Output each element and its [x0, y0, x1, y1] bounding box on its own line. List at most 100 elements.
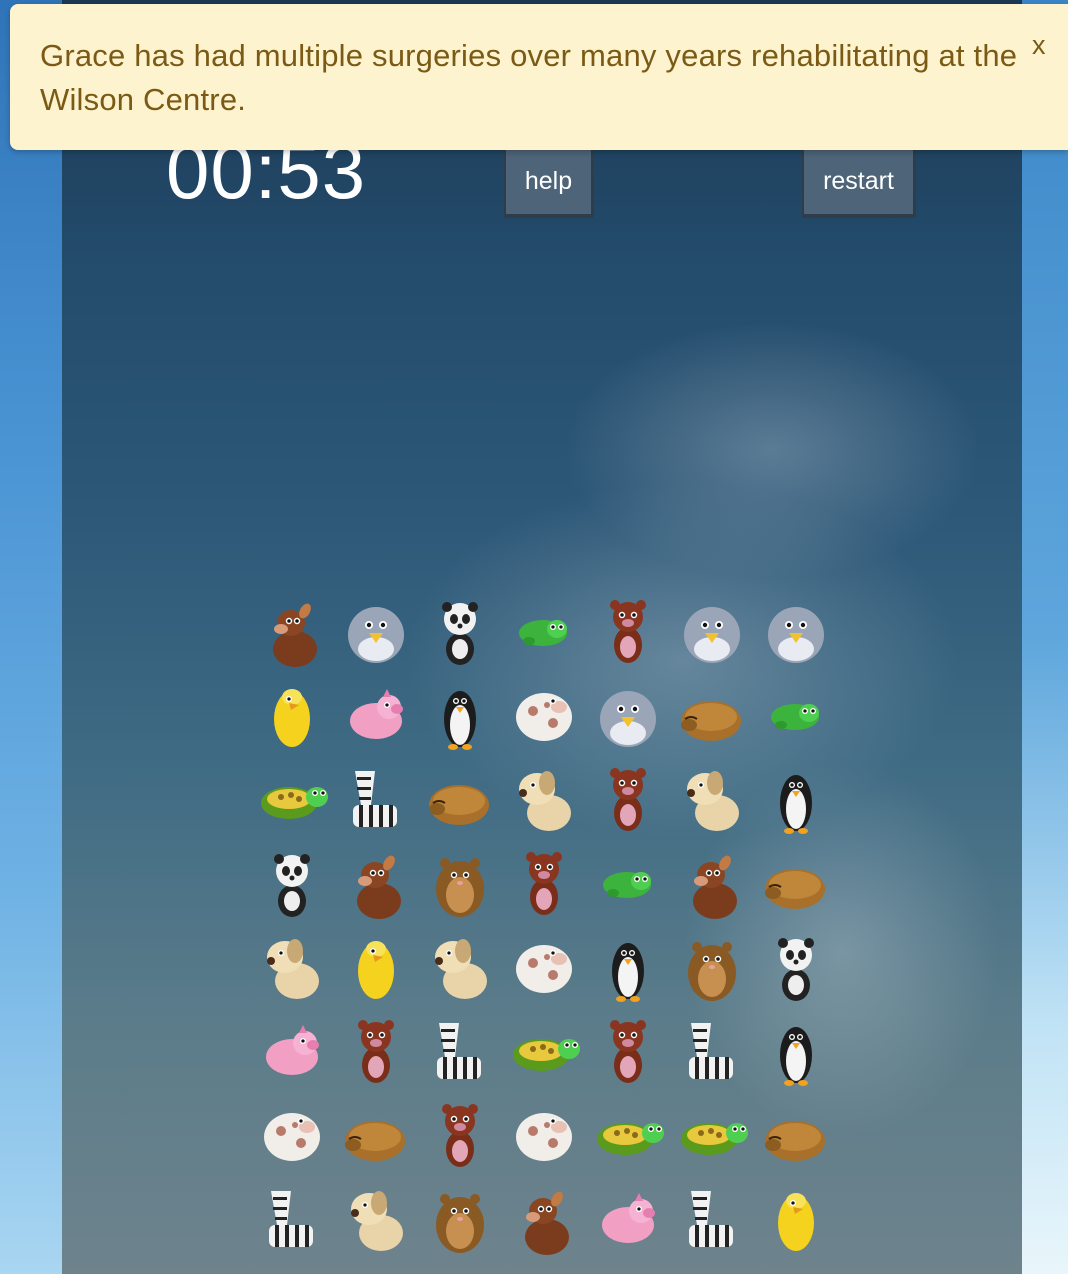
game-tile[interactable] [586, 756, 670, 840]
game-tile[interactable] [418, 840, 502, 924]
game-tile[interactable] [250, 588, 334, 672]
bear-icon [610, 1020, 646, 1083]
game-tile[interactable] [670, 756, 754, 840]
dog-brown-icon [273, 603, 317, 667]
game-tile[interactable] [754, 588, 838, 672]
dog-brown-icon [693, 855, 737, 919]
game-tile[interactable] [754, 756, 838, 840]
game-tile[interactable] [334, 588, 418, 672]
game-tile[interactable] [754, 1092, 838, 1176]
game-tile[interactable] [586, 672, 670, 756]
close-button[interactable]: x [1032, 32, 1046, 59]
game-tile[interactable] [670, 840, 754, 924]
puppy-icon [435, 939, 487, 999]
turtle-green-small-icon [771, 704, 819, 730]
game-tile[interactable] [502, 1008, 586, 1092]
help-button[interactable]: help [504, 148, 594, 218]
game-tile[interactable] [418, 924, 502, 1008]
penguin-icon [444, 691, 476, 750]
game-tile[interactable] [334, 1008, 418, 1092]
game-tile[interactable] [250, 924, 334, 1008]
game-tile[interactable] [502, 1092, 586, 1176]
penguin-icon [780, 775, 812, 834]
bear-sleeping-icon [345, 1121, 405, 1161]
game-tile[interactable] [670, 924, 754, 1008]
game-tile[interactable] [754, 924, 838, 1008]
game-tile[interactable] [670, 1176, 754, 1260]
game-tile[interactable] [418, 1008, 502, 1092]
game-tile[interactable] [334, 672, 418, 756]
bird-blue-icon [348, 607, 404, 663]
game-tile[interactable] [334, 840, 418, 924]
penguin-icon [612, 943, 644, 1002]
bear-icon [610, 600, 646, 663]
bear-sleeping-icon [429, 785, 489, 825]
game-tile[interactable] [754, 1176, 838, 1260]
game-tile[interactable] [250, 840, 334, 924]
game-tile[interactable] [670, 672, 754, 756]
game-tile[interactable] [250, 1092, 334, 1176]
game-tile[interactable] [418, 588, 502, 672]
turtle-icon [261, 787, 328, 819]
bird-blue-icon [768, 607, 824, 663]
zebra-icon [437, 1023, 481, 1079]
game-tile[interactable] [754, 840, 838, 924]
game-panel: 00:53 help restart [62, 0, 1022, 1274]
restart-button[interactable]: restart [802, 148, 916, 218]
turtle-icon [597, 1123, 664, 1155]
puppy-icon [267, 939, 319, 999]
game-tile[interactable] [586, 588, 670, 672]
game-tile[interactable] [586, 840, 670, 924]
bird-blue-icon [684, 607, 740, 663]
game-tile[interactable] [250, 672, 334, 756]
game-tile[interactable] [502, 588, 586, 672]
game-tile[interactable] [250, 1008, 334, 1092]
bear-sleeping-icon [681, 701, 741, 741]
game-tile[interactable] [670, 1008, 754, 1092]
game-tile[interactable] [250, 756, 334, 840]
game-tile[interactable] [754, 1008, 838, 1092]
hamster-icon [436, 858, 484, 917]
game-tile[interactable] [502, 924, 586, 1008]
game-tile[interactable] [586, 1008, 670, 1092]
turtle-icon [513, 1039, 580, 1071]
game-tile[interactable] [334, 924, 418, 1008]
bear-icon [526, 852, 562, 915]
game-tile[interactable] [586, 1092, 670, 1176]
game-tile[interactable] [250, 1176, 334, 1260]
game-tile[interactable] [586, 924, 670, 1008]
cow-icon [516, 1113, 572, 1161]
game-tile[interactable] [418, 756, 502, 840]
puppy-icon [351, 1191, 403, 1251]
panda-icon [274, 854, 310, 917]
bear-icon [442, 1104, 478, 1167]
pig-icon [602, 1193, 655, 1243]
game-tile[interactable] [418, 672, 502, 756]
game-tile[interactable] [670, 1092, 754, 1176]
game-tile[interactable] [754, 672, 838, 756]
cow-icon [516, 945, 572, 993]
bird-blue-icon [600, 691, 656, 747]
zebra-icon [689, 1023, 733, 1079]
game-tile[interactable] [670, 588, 754, 672]
penguin-icon [780, 1027, 812, 1086]
zebra-icon [689, 1191, 733, 1247]
game-tile[interactable] [502, 756, 586, 840]
game-tile[interactable] [334, 1092, 418, 1176]
banner-message: Grace has had multiple surgeries over ma… [40, 38, 1018, 117]
bear-icon [358, 1020, 394, 1083]
game-tile[interactable] [418, 1176, 502, 1260]
game-tile[interactable] [502, 672, 586, 756]
game-tile[interactable] [586, 1176, 670, 1260]
game-tile[interactable] [334, 1176, 418, 1260]
zebra-icon [353, 771, 397, 827]
game-tile[interactable] [502, 1176, 586, 1260]
panda-icon [778, 938, 814, 1001]
zebra-icon [269, 1191, 313, 1247]
game-tile[interactable] [418, 1092, 502, 1176]
panda-icon [442, 602, 478, 665]
bear-icon [610, 768, 646, 831]
game-tile[interactable] [334, 756, 418, 840]
dog-brown-icon [357, 855, 401, 919]
game-tile[interactable] [502, 840, 586, 924]
